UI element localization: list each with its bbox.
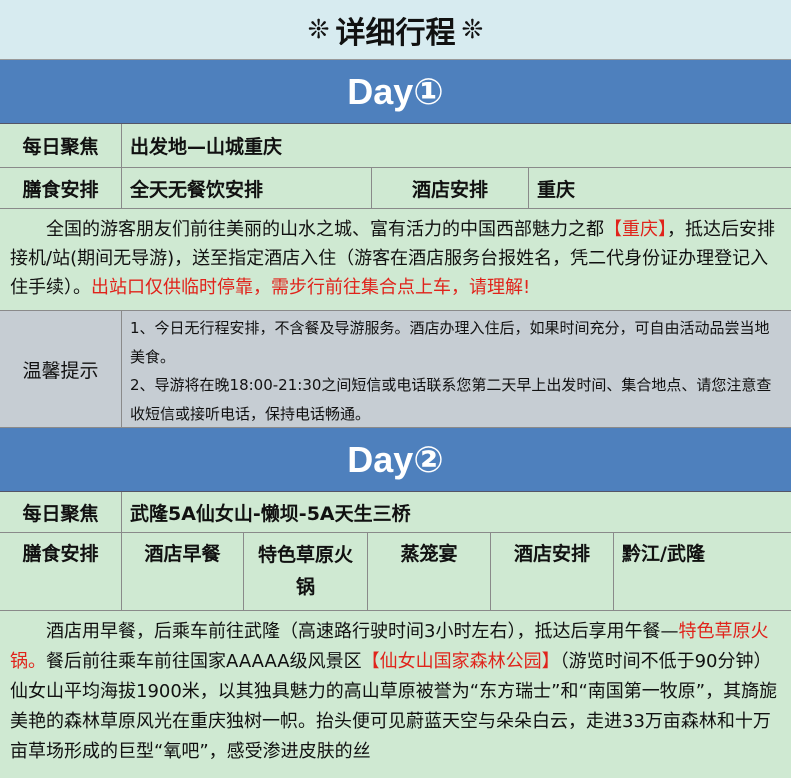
day2-banner: Day② xyxy=(0,428,791,492)
day2-desc-text-2: 餐后前往乘车前往国家AAAAA级风景区 xyxy=(46,651,362,672)
page-title: 详细行程 xyxy=(335,15,456,51)
day2-hotel-value: 黔江/武隆 xyxy=(622,543,705,565)
day1-meal-hotel-row: 膳食安排 全天无餐饮安排 酒店安排 重庆 xyxy=(0,168,791,209)
day1-focus-label: 每日聚焦 xyxy=(0,124,122,167)
day1-meal-value: 全天无餐饮安排 xyxy=(122,168,372,208)
itinerary-page: ❊ 详细行程 ❊ Day① 每日聚焦 出发地—山城重庆 膳食安排 全天无餐饮安排… xyxy=(0,0,791,778)
day1-banner: Day① xyxy=(0,60,791,124)
day1-desc-chongqing: 【重庆】 xyxy=(604,219,667,240)
day2-meal-hotel-row: 膳食安排 酒店早餐 特色草原火锅 蒸笼宴 酒店安排 黔江/武隆 xyxy=(0,533,791,611)
day1-tip-1: 1、今日无行程安排，不含餐及导游服务。酒店办理入住后，如果时间充分，可自由活动品… xyxy=(130,319,770,366)
day1-tips-row: 温馨提示 1、今日无行程安排，不含餐及导游服务。酒店办理入住后，如果时间充分，可… xyxy=(0,311,791,428)
day1-description: 全国的游客朋友们前往美丽的山水之城、富有活力的中国西部魅力之都【重庆】，抵达后安… xyxy=(0,209,791,311)
day2-desc-text-1: 酒店用早餐，后乘车前往武隆（高速路行驶时间3小时左右），抵达后享用午餐— xyxy=(46,621,679,642)
day1-meal-label: 膳食安排 xyxy=(0,168,122,208)
day2-focus-label: 每日聚焦 xyxy=(0,492,122,532)
itinerary-header: ❊ 详细行程 ❊ xyxy=(0,0,791,60)
day2-focus-row: 每日聚焦 武隆5A仙女山-懒坝-5A天生三桥 xyxy=(0,492,791,533)
day2-meal-label: 膳食安排 xyxy=(0,533,122,610)
day1-hotel-label: 酒店安排 xyxy=(372,168,529,208)
day2-hotel-label: 酒店安排 xyxy=(491,533,614,610)
day1-desc-text-1: 全国的游客朋友们前往美丽的山水之城、富有活力的中国西部魅力之都 xyxy=(46,219,604,240)
day2-description: 酒店用早餐，后乘车前往武隆（高速路行驶时间3小时左右），抵达后享用午餐—特色草原… xyxy=(0,611,791,773)
right-ornament-icon: ❊ xyxy=(461,14,484,45)
day2-focus-value: 武隆5A仙女山-懒坝-5A天生三桥 xyxy=(130,502,411,525)
day1-desc-notice: 出站口仅供临时停靠，需步行前往集合点上车，请理解! xyxy=(91,277,531,298)
day1-tips-label: 温馨提示 xyxy=(0,311,122,427)
left-ornament-icon: ❊ xyxy=(307,14,330,45)
day1-focus-row: 每日聚焦 出发地—山城重庆 xyxy=(0,124,791,168)
day1-tips-body: 1、今日无行程安排，不含餐及导游服务。酒店办理入住后，如果时间充分，可自由活动品… xyxy=(122,311,791,427)
day2-meal-lunch: 特色草原火锅 xyxy=(244,533,368,610)
day1-hotel-value: 重庆 xyxy=(537,178,576,201)
day1-tip-2: 2、导游将在晚18:00-21:30之间短信或电话联系您第二天早上出发时间、集合… xyxy=(130,376,772,423)
day2-meal-breakfast: 酒店早餐 xyxy=(122,533,244,610)
day2-meal-dinner: 蒸笼宴 xyxy=(368,533,491,610)
day2-desc-park: 【仙女山国家森林公园】 xyxy=(361,651,560,672)
day1-focus-value: 出发地—山城重庆 xyxy=(130,136,283,158)
